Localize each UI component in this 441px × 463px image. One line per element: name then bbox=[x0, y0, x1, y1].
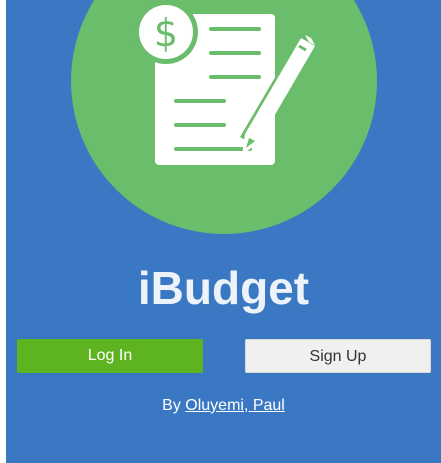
signup-button[interactable]: Sign Up bbox=[245, 339, 431, 373]
login-button[interactable]: Log In bbox=[17, 339, 203, 373]
app-container: $ iBudget Log In Sign Up By Oluyemi, Pau… bbox=[6, 0, 441, 463]
budget-document-pencil-icon: $ bbox=[134, 0, 315, 165]
app-title: iBudget bbox=[137, 262, 310, 314]
author-link[interactable]: Oluyemi, Paul bbox=[185, 397, 285, 414]
svg-text:$: $ bbox=[154, 11, 178, 55]
author-credit: By Oluyemi, Paul bbox=[6, 396, 441, 416]
credit-prefix: By bbox=[162, 397, 186, 414]
